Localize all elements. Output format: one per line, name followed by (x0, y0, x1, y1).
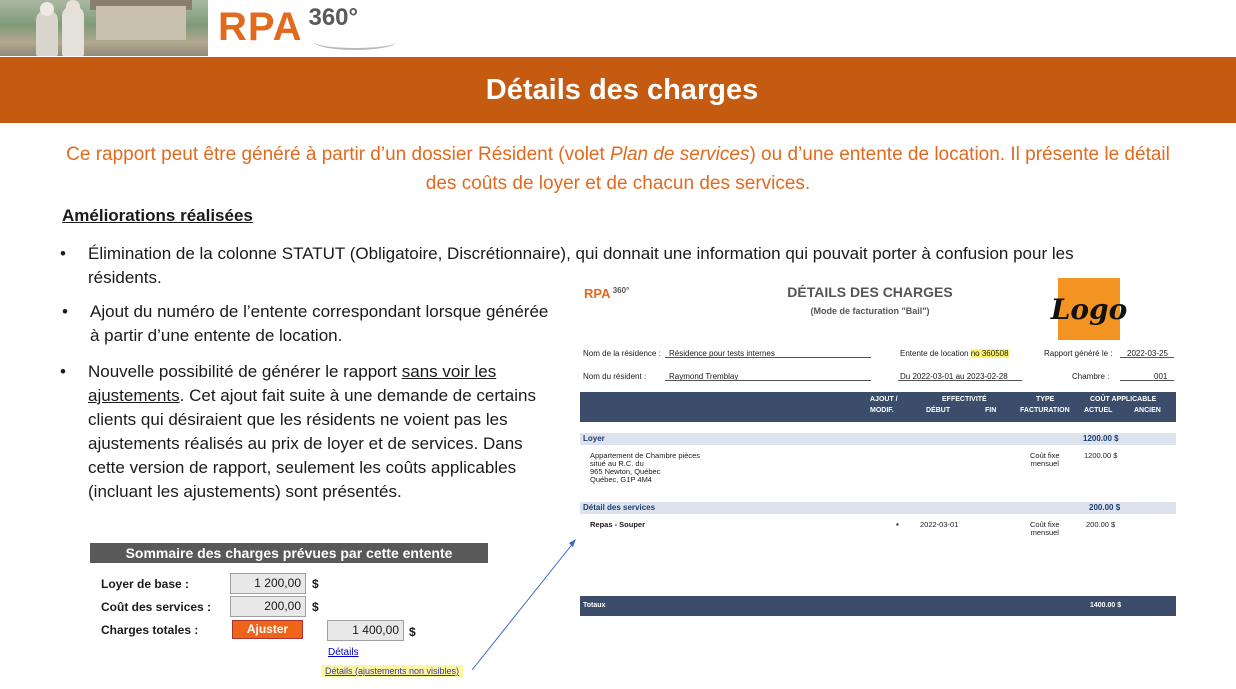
rent-value-field: 1 200,00 (230, 573, 306, 594)
total-value-field: 1 400,00 (327, 620, 404, 641)
col-facturation: FACTURATION (1020, 407, 1070, 414)
report-table-header: AJOUT / MODIF. EFFECTIVITÉ DÉBUT FIN TYP… (580, 392, 1176, 422)
total-label: Charges totales : (101, 623, 199, 637)
services-currency: $ (312, 600, 319, 614)
residence-label: Nom de la résidence : (583, 349, 661, 358)
header-photo (0, 0, 208, 56)
service-name: Repas - Souper (590, 520, 646, 529)
totals-value: 1400.00 $ (1090, 602, 1122, 609)
intro-part1: Ce rapport peut être généré à partir d’u… (66, 144, 611, 165)
logo-suffix: 360° (308, 4, 359, 31)
services-section-total: 200.00 $ (1089, 503, 1121, 512)
room-label: Chambre : (1072, 372, 1110, 381)
agreement-number: no 360508 (970, 349, 1009, 358)
report-subtitle: (Mode de facturation "Bail") (810, 306, 930, 316)
details-hidden-adjustments-link[interactable]: Détails (ajustements non visibles) (321, 665, 464, 677)
logo-brand: RPA (218, 5, 303, 49)
bullet-icon: • (60, 244, 66, 263)
report-brand-suffix: 360° (612, 286, 630, 295)
loyer-section-total: 1200.00 $ (1083, 434, 1119, 443)
details-link[interactable]: Détails (328, 647, 359, 658)
service-type: Coût fixe mensuel (1030, 520, 1060, 537)
intro-italic: Plan de services (610, 144, 750, 165)
col-debut: DÉBUT (926, 407, 951, 414)
services-label: Coût des services : (101, 600, 212, 614)
service-added-mark: * (896, 521, 899, 530)
bullet-text: Ajout du numéro de l’entente corresponda… (90, 302, 549, 345)
title-banner: Détails des charges (0, 57, 1236, 123)
col-type: TYPE (1036, 396, 1055, 403)
col-cout: COÛT APPLICABLE (1090, 396, 1157, 403)
loyer-section-label: Loyer (583, 434, 605, 443)
intro-text: Ce rapport peut être généré à partir d’u… (60, 140, 1176, 198)
service-start: 2022-03-01 (920, 520, 959, 529)
client-logo: Logo (1051, 278, 1127, 340)
agreement-label: Entente de location no 360508 (900, 349, 1009, 358)
report-brand: RPA (584, 286, 611, 301)
col-ancien: ANCIEN (1134, 407, 1161, 414)
service-amount: 200.00 $ (1086, 520, 1116, 529)
totals-label: Totaux (583, 602, 606, 609)
report-title: DÉTAILS DES CHARGES (787, 284, 953, 300)
bullet-text: Nouvelle possibilité de générer le rappo… (88, 362, 402, 381)
page-title: Détails des charges (485, 73, 759, 106)
bullet-item: • Nouvelle possibilité de générer le rap… (60, 360, 563, 504)
bullet-icon: • (62, 302, 68, 321)
resident-label: Nom du résident : (583, 372, 647, 381)
loyer-section-row: Loyer 1200.00 $ (580, 433, 1176, 445)
col-actuel: ACTUEL (1084, 407, 1113, 414)
summary-header: Sommaire des charges prévues par cette e… (90, 543, 488, 563)
improvements-heading: Améliorations réalisées (62, 206, 253, 225)
loyer-amount: 1200.00 $ (1084, 451, 1118, 460)
col-modif: MODIF. (870, 407, 894, 414)
loyer-type: Coût fixe mensuel (1030, 451, 1060, 468)
report-totals-row: Totaux 1400.00 $ (580, 596, 1176, 616)
rent-currency: $ (312, 577, 319, 591)
report-brand-logo: RPA 360° (584, 286, 629, 301)
loyer-description: Appartement de Chambre pièces situé au R… (590, 451, 701, 484)
services-section-row: Détail des services 200.00 $ (580, 502, 1176, 514)
adjust-button[interactable]: Ajuster (232, 620, 303, 639)
services-section-label: Détail des services (583, 503, 656, 512)
bullet-icon: • (60, 362, 66, 381)
col-ajout: AJOUT / (870, 396, 898, 403)
bullet-item: • Ajout du numéro de l’entente correspon… (62, 300, 560, 348)
rpa360-logo: RPA 360° (218, 4, 396, 54)
total-currency: $ (409, 625, 416, 639)
col-fin: FIN (985, 407, 997, 414)
rent-label: Loyer de base : (101, 577, 190, 591)
services-value-field: 200,00 (230, 596, 306, 617)
report-preview: RPA 360° DÉTAILS DES CHARGES (Mode de fa… (580, 278, 1176, 618)
col-effectivite: EFFECTIVITÉ (942, 396, 987, 403)
generated-label: Rapport généré le : (1044, 349, 1113, 358)
